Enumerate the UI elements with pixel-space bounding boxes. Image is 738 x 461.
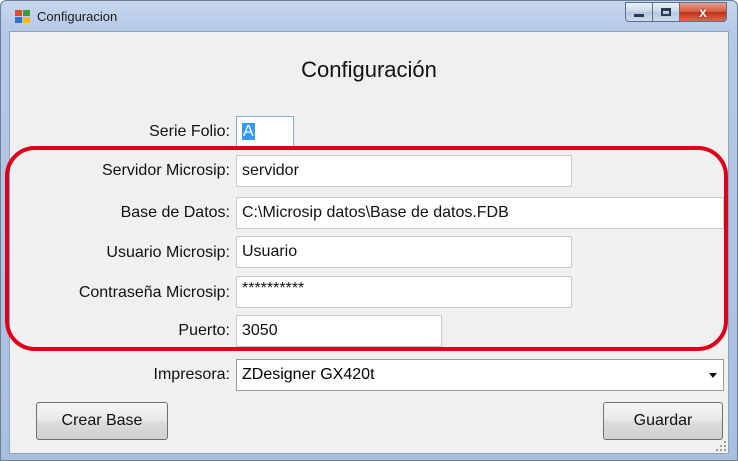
servidor-label: Servidor Microsip: bbox=[101, 162, 230, 179]
maximize-icon bbox=[661, 8, 671, 16]
guardar-button[interactable]: Guardar bbox=[603, 402, 723, 440]
close-button[interactable]: x bbox=[679, 2, 727, 22]
serie-folio-value: A bbox=[242, 123, 255, 140]
minimize-icon bbox=[634, 14, 644, 17]
maximize-button[interactable] bbox=[652, 2, 680, 22]
close-icon: x bbox=[699, 4, 707, 20]
page-title: Configuración bbox=[301, 57, 437, 82]
title-bar[interactable]: Configuracion x bbox=[1, 1, 737, 31]
puerto-label: Puerto: bbox=[178, 322, 230, 339]
impresora-label: Impresora: bbox=[153, 366, 230, 383]
app-icon bbox=[15, 10, 31, 23]
chevron-down-icon[interactable] bbox=[709, 373, 717, 378]
impresora-value: ZDesigner GX420t bbox=[242, 366, 375, 383]
contrasena-label: Contraseña Microsip: bbox=[78, 284, 230, 301]
base-datos-label: Base de Datos: bbox=[120, 204, 230, 221]
puerto-field[interactable]: 3050 bbox=[236, 315, 442, 347]
base-datos-field[interactable]: C:\Microsip datos\Base de datos.FDB bbox=[236, 197, 724, 229]
usuario-label: Usuario Microsip: bbox=[106, 244, 230, 261]
config-window: Configuracion x Configuración Serie Foli… bbox=[0, 0, 738, 461]
window-title: Configuracion bbox=[37, 9, 118, 24]
contrasena-field[interactable]: ********** bbox=[236, 276, 572, 308]
servidor-field[interactable]: servidor bbox=[236, 155, 572, 187]
resize-grip-icon[interactable] bbox=[716, 441, 726, 451]
serie-folio-label: Serie Folio: bbox=[149, 123, 230, 140]
impresora-select[interactable]: ZDesigner GX420t bbox=[236, 359, 724, 391]
crear-base-button[interactable]: Crear Base bbox=[36, 402, 168, 440]
form-body: Configuración Serie Folio: A Servidor Mi… bbox=[9, 31, 729, 454]
serie-folio-field[interactable]: A bbox=[236, 116, 294, 148]
usuario-field[interactable]: Usuario bbox=[236, 236, 572, 268]
minimize-button[interactable] bbox=[625, 2, 653, 22]
